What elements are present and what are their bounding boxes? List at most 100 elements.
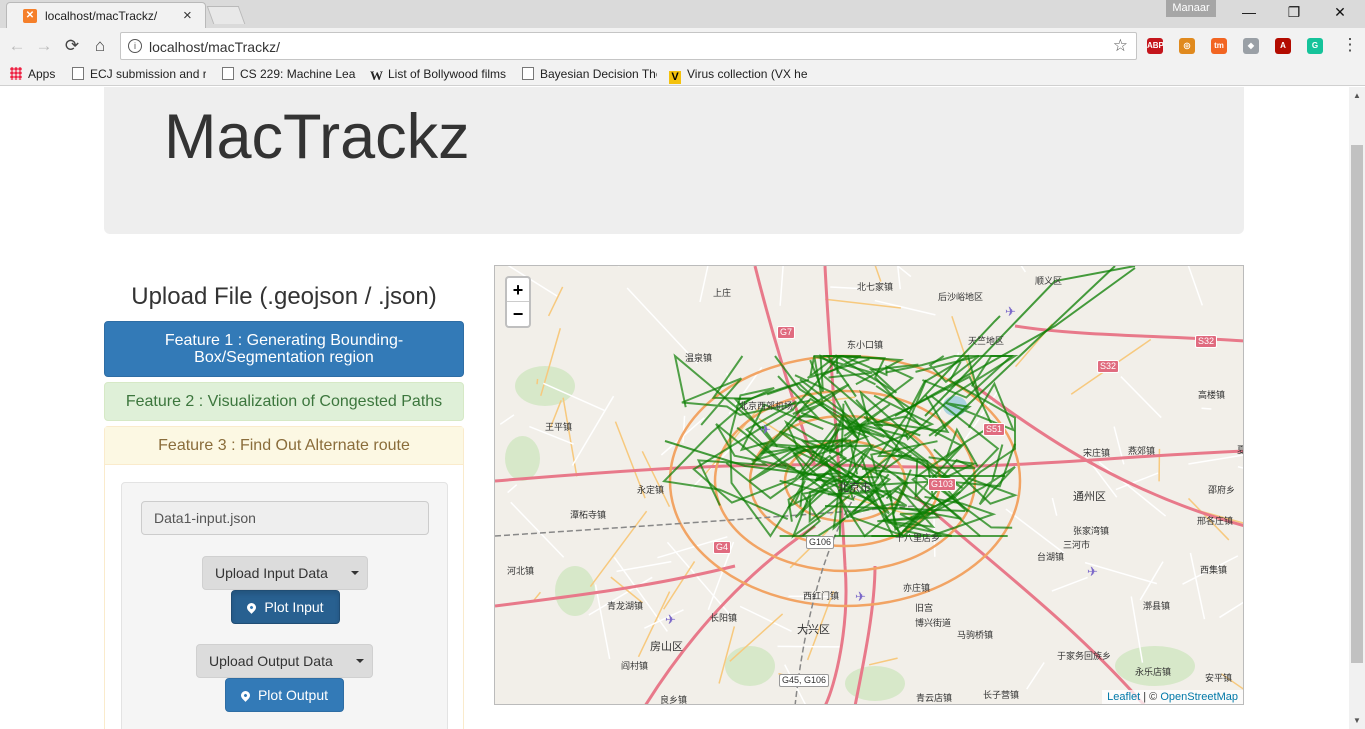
minor-road	[536, 378, 539, 385]
map-place-label: 十八里店乡	[895, 533, 941, 543]
tab-close-icon[interactable]: ×	[183, 7, 192, 24]
adblock-icon[interactable]: ABP	[1147, 38, 1164, 54]
feature2-button[interactable]: Feature 2 : Visualization of Congested P…	[104, 382, 464, 421]
map-place-label: 宋庄镇	[1083, 448, 1111, 458]
pdf-icon[interactable]: A	[1275, 38, 1291, 54]
reload-icon[interactable]: ⟳	[61, 36, 83, 56]
tab-title: localhost/macTrackz/	[45, 9, 158, 23]
zoom-control: + −	[505, 276, 531, 328]
map-place-label: 亦庄镇	[903, 583, 931, 593]
address-url: localhost/macTrackz/	[149, 39, 280, 55]
minor-road	[616, 560, 672, 573]
plot-output-button[interactable]: Plot Output	[225, 678, 344, 712]
close-window-icon[interactable]: ✕	[1330, 4, 1350, 21]
minor-road	[874, 299, 936, 316]
leaflet-link[interactable]: Leaflet	[1107, 691, 1140, 703]
plot-input-button[interactable]: Plot Input	[231, 590, 340, 624]
document-icon	[72, 67, 84, 80]
map-place-label: 夏垫	[1237, 443, 1243, 456]
minor-road	[1120, 376, 1162, 419]
park-area	[505, 436, 540, 481]
feature3-panel: Feature 3 : Find Out Alternate route Dat…	[104, 426, 464, 729]
minor-road	[896, 266, 912, 278]
park-area	[845, 666, 905, 701]
osm-link[interactable]: OpenStreetMap	[1160, 691, 1238, 703]
road-shield: S32	[1097, 360, 1120, 373]
minor-road	[779, 266, 784, 306]
gps-track	[894, 267, 1136, 417]
bookmark-cs229[interactable]: CS 229: Machine Lear	[222, 67, 356, 81]
map-place-label: 永乐店镇	[1135, 667, 1172, 677]
address-bar[interactable]: i localhost/macTrackz/ ☆	[120, 32, 1137, 60]
page-title: MacTrackz	[164, 102, 470, 172]
back-icon[interactable]: ←	[6, 36, 28, 56]
bookmark-bollywood[interactable]: W List of Bollywood films	[370, 67, 508, 81]
map-marker-icon	[239, 689, 252, 702]
map-place-label: 北七家镇	[857, 282, 894, 292]
feature3-header[interactable]: Feature 3 : Find Out Alternate route	[105, 427, 463, 465]
map-place-label: 北京市	[838, 482, 871, 494]
map-place-label: 台湖镇	[1037, 552, 1065, 562]
grammarly-icon[interactable]: G	[1307, 38, 1323, 54]
map-container[interactable]: ✈ ✈ ✈ ✈ ✈ 上庄 北七家镇 后沙峪地区 顺义区 温泉镇 东小口镇 天竺地区 北京西郊机场 王平镇…	[494, 265, 1244, 705]
page-scrollbar[interactable]: ▲ ▼	[1349, 87, 1365, 729]
airport-icon: ✈	[665, 612, 676, 627]
restore-icon[interactable]: ❐	[1284, 4, 1304, 21]
road-shield: G4	[713, 541, 732, 554]
airport-icon: ✈	[1087, 564, 1098, 579]
extension-orange-icon[interactable]: ◎	[1179, 38, 1195, 54]
wikipedia-icon: W	[370, 68, 383, 81]
header-jumbotron: MacTrackz	[104, 87, 1244, 234]
minor-road	[1219, 601, 1243, 619]
upload-title: Upload File (.geojson / .json)	[131, 283, 437, 310]
bookmark-label: CS 229: Machine Lear	[240, 67, 356, 81]
bookmark-apps[interactable]: Apps	[10, 67, 70, 81]
scroll-thumb[interactable]	[1351, 145, 1363, 663]
minor-road	[739, 605, 792, 632]
feature1-button[interactable]: Feature 1 : Generating Bounding-Box/Segm…	[104, 321, 464, 377]
scroll-up-icon[interactable]: ▲	[1353, 91, 1361, 100]
menu-icon[interactable]: ⋮	[1339, 35, 1361, 55]
map-place-label: 西集镇	[1200, 565, 1228, 575]
map-attribution: Leaflet | © OpenStreetMap	[1102, 690, 1243, 704]
bookmark-virus[interactable]: V Virus collection (VX he	[669, 67, 809, 84]
map-place-label: 房山区	[650, 641, 683, 653]
profile-badge[interactable]: Manaar	[1166, 0, 1216, 17]
map-place-label: 上庄	[713, 288, 732, 298]
minor-road	[1188, 454, 1243, 465]
plot-input-label: Plot Input	[264, 599, 324, 615]
home-icon[interactable]: ⌂	[89, 36, 111, 56]
browser-tab[interactable]: ✕ localhost/macTrackz/ ×	[6, 2, 206, 28]
forward-icon[interactable]: →	[33, 36, 55, 56]
browser-toolbar: ← → ⟳ ⌂ i localhost/macTrackz/ ☆ ABP ◎ tm ◆…	[0, 28, 1365, 64]
cube-icon[interactable]: ◆	[1243, 38, 1259, 54]
upload-input-dropdown[interactable]: Upload Input Data	[202, 556, 368, 590]
zoom-out-button[interactable]: −	[507, 302, 529, 326]
info-icon[interactable]: i	[128, 39, 142, 53]
bookmark-ecj[interactable]: ECJ submission and re	[72, 67, 206, 81]
file-name-field[interactable]: Data1-input.json	[141, 501, 429, 535]
map-marker-icon	[245, 601, 259, 614]
minor-road	[897, 266, 902, 290]
map-place-label: 邢各庄镇	[1197, 516, 1234, 526]
new-tab-button[interactable]	[206, 6, 246, 24]
page-viewport: MacTrackz Upload File (.geojson / .json)…	[0, 87, 1349, 729]
minor-road	[594, 584, 611, 660]
minor-road	[1139, 561, 1164, 601]
map-place-label: 良乡镇	[660, 695, 688, 705]
tm-icon[interactable]: tm	[1211, 38, 1227, 54]
scroll-down-icon[interactable]: ▼	[1353, 716, 1361, 725]
upload-input-label: Upload Input Data	[215, 565, 328, 581]
zoom-in-button[interactable]: +	[507, 278, 529, 302]
upload-output-dropdown[interactable]: Upload Output Data	[196, 644, 373, 678]
airport-icon: ✈	[1005, 304, 1016, 319]
minor-road	[868, 657, 898, 666]
map-place-label: 青龙湖镇	[607, 601, 644, 611]
bookmark-star-icon[interactable]: ☆	[1113, 36, 1128, 56]
bookmark-bayesian[interactable]: Bayesian Decision The	[522, 67, 657, 81]
v-logo-icon: V	[669, 71, 681, 84]
map-place-label: 温泉镇	[685, 353, 713, 363]
upload-well: Data1-input.json Upload Input Data Plot …	[121, 482, 448, 729]
minimize-icon[interactable]: —	[1239, 4, 1259, 20]
map-place-label: 西红门镇	[803, 591, 840, 601]
